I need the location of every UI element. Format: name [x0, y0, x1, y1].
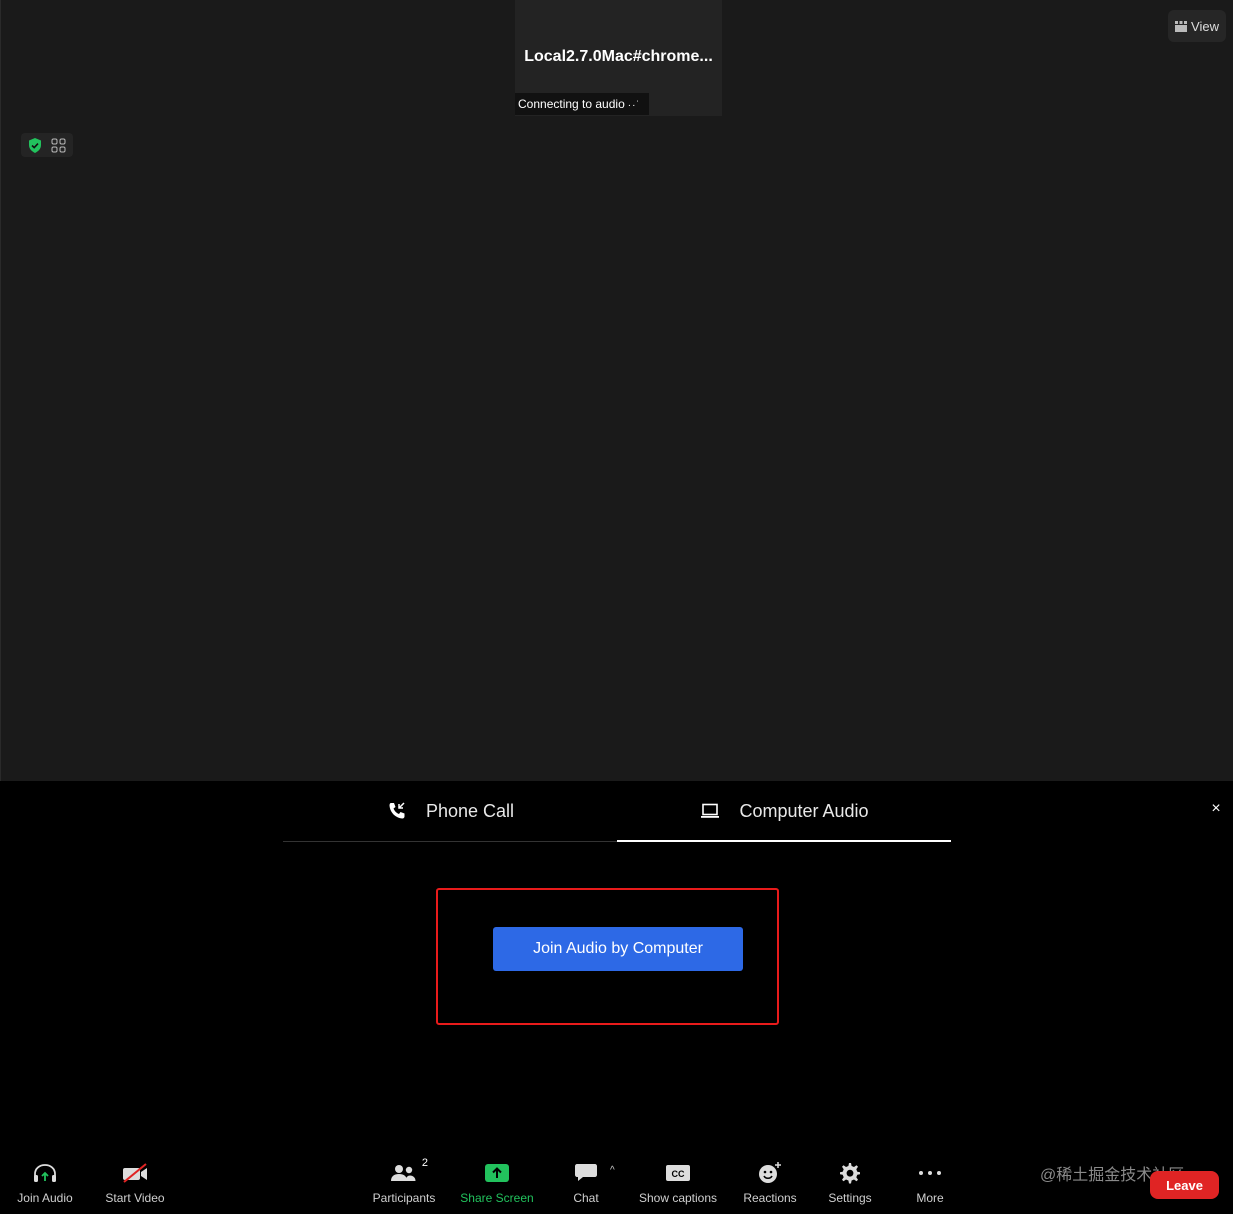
participant-name: Local2.7.0Mac#chrome... [524, 48, 713, 65]
security-shield-icon [29, 137, 42, 153]
meeting-stage: Local2.7.0Mac#chrome... Connecting to au… [0, 0, 1233, 781]
close-audio-panel-button[interactable]: × [1206, 799, 1226, 819]
reactions-button[interactable]: Reactions [740, 1153, 800, 1214]
gear-icon [839, 1161, 861, 1185]
participants-label: Participants [372, 1191, 436, 1205]
share-screen-icon [484, 1161, 510, 1185]
tab-computer-audio[interactable]: Computer Audio [617, 781, 951, 842]
svg-text:CC: CC [672, 1169, 685, 1179]
join-audio-by-computer-button[interactable]: Join Audio by Computer [493, 927, 743, 971]
chat-options-caret-icon[interactable]: ^ [610, 1165, 615, 1176]
phone-call-icon [386, 800, 408, 822]
join-audio-label: Join Audio [17, 1191, 73, 1205]
reactions-label: Reactions [743, 1191, 797, 1205]
show-captions-label: Show captions [638, 1191, 718, 1205]
tab-phone-call-label: Phone Call [425, 800, 515, 821]
more-dots-icon [918, 1161, 942, 1185]
laptop-icon [699, 800, 721, 822]
join-audio-panel: Phone Call Computer Audio × Join Audio b… [0, 781, 1233, 1153]
view-button-label: View [1191, 18, 1219, 34]
participants-button[interactable]: 2 Participants [368, 1153, 440, 1214]
headphones-icon [32, 1161, 58, 1185]
video-off-icon [121, 1161, 149, 1185]
chat-bubble-icon [574, 1161, 598, 1185]
chat-button[interactable]: Chat [566, 1153, 606, 1214]
emoji-plus-icon [758, 1161, 782, 1185]
audio-connecting-status: Connecting to audio ··˙ [515, 93, 649, 115]
chat-label: Chat [573, 1191, 599, 1205]
closed-captions-icon: CC [665, 1161, 691, 1185]
view-button[interactable]: View [1168, 10, 1226, 42]
gallery-grid-icon [51, 138, 66, 152]
start-video-label: Start Video [105, 1191, 165, 1205]
settings-label: Settings [828, 1191, 872, 1205]
participant-video-tile[interactable]: Local2.7.0Mac#chrome... Connecting to au… [515, 0, 722, 116]
audio-tabs: Phone Call Computer Audio [283, 781, 951, 842]
view-grid-icon [1175, 20, 1188, 32]
share-screen-label: Share Screen [460, 1191, 534, 1205]
meeting-info-badge[interactable] [21, 133, 73, 157]
share-screen-button[interactable]: Share Screen [458, 1153, 536, 1214]
more-button[interactable]: More [910, 1153, 950, 1214]
join-audio-button[interactable]: Join Audio [14, 1153, 76, 1214]
tab-computer-audio-label: Computer Audio [739, 800, 869, 821]
leave-button[interactable]: Leave [1150, 1171, 1219, 1199]
tab-phone-call[interactable]: Phone Call [283, 781, 617, 841]
audio-status-text: Connecting to audio [518, 97, 625, 111]
meeting-toolbar: Join Audio Start Video 2 Participants Sh… [0, 1153, 1233, 1214]
more-label: More [916, 1191, 944, 1205]
participants-icon: 2 [390, 1157, 428, 1185]
show-captions-button[interactable]: CC Show captions [636, 1153, 720, 1214]
connecting-dots: ··˙ [627, 100, 641, 111]
participants-count: 2 [421, 1157, 428, 1169]
start-video-button[interactable]: Start Video [102, 1153, 168, 1214]
settings-button[interactable]: Settings [824, 1153, 876, 1214]
